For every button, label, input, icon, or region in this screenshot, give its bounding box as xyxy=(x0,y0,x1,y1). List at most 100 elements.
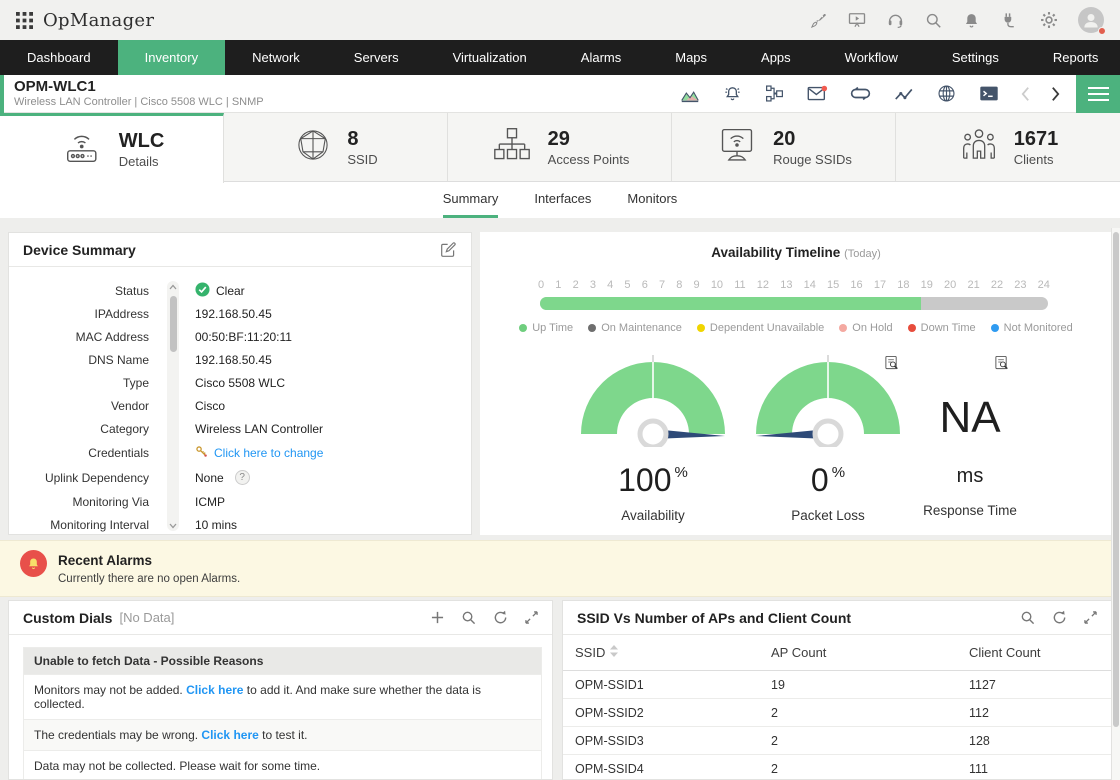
add-dial-icon[interactable] xyxy=(431,611,444,624)
packet-loss-gauge: 0% Packet Loss xyxy=(748,352,908,523)
refresh-widget-icon[interactable] xyxy=(493,610,508,625)
response-time-report-icon[interactable] xyxy=(994,355,1009,375)
opmanager-screen: OpManager xyxy=(0,0,1120,780)
rocket-icon[interactable] xyxy=(809,11,828,30)
alarm-bell-icon[interactable] xyxy=(722,83,743,104)
card-access-points[interactable]: 29 Access Points xyxy=(448,113,672,181)
performance-chart-icon[interactable] xyxy=(679,83,701,105)
search-widget-icon[interactable] xyxy=(461,610,476,625)
device-menu-button[interactable] xyxy=(1076,75,1120,113)
field-label: Status xyxy=(9,284,149,298)
notification-dot xyxy=(1098,27,1106,35)
chevron-left-icon[interactable] xyxy=(1021,86,1030,102)
timeline-fill xyxy=(540,297,921,310)
nav-virtualization[interactable]: Virtualization xyxy=(426,40,554,75)
page-scrollbar-thumb[interactable] xyxy=(1113,232,1119,727)
legend-label: Down Time xyxy=(921,322,976,334)
nav-apps[interactable]: Apps xyxy=(734,40,818,75)
column-client-count[interactable]: Client Count xyxy=(969,645,1099,660)
field-value: 10 mins xyxy=(195,518,237,532)
card-wlc-details[interactable]: WLC Details xyxy=(0,113,224,183)
timeline-hours: 0123456789101112131415161718192021222324 xyxy=(538,279,1050,291)
card-rouge-ssids[interactable]: 20 Rouge SSIDs xyxy=(672,113,896,181)
legend-label: Dependent Unavailable xyxy=(710,322,824,334)
availability-title: Availability Timeline (Today) xyxy=(480,245,1112,260)
user-avatar[interactable] xyxy=(1078,7,1104,33)
column-ssid[interactable]: SSID xyxy=(575,645,771,660)
field-label: Monitoring Via xyxy=(9,495,149,509)
response-time-block: NA ms Response Time xyxy=(890,352,1050,518)
field-label: Uplink Dependency xyxy=(9,471,149,485)
nav-maps[interactable]: Maps xyxy=(648,40,734,75)
legend-dot-notmonitored xyxy=(991,324,999,332)
field-label: IPAddress xyxy=(9,307,149,321)
fields-scrollbar-thumb[interactable] xyxy=(170,296,177,352)
gear-icon[interactable] xyxy=(1039,10,1059,30)
search-widget-icon[interactable] xyxy=(1020,610,1035,625)
edit-icon[interactable] xyxy=(440,241,457,258)
topology-icon[interactable] xyxy=(764,83,785,104)
availability-gauge: 100% Availability xyxy=(573,352,733,523)
packet-loss-report-icon[interactable] xyxy=(884,355,899,375)
sort-icon xyxy=(610,645,618,660)
nav-servers[interactable]: Servers xyxy=(327,40,426,75)
nav-settings[interactable]: Settings xyxy=(925,40,1026,75)
click-here-add-link[interactable]: Click here xyxy=(186,683,243,697)
globe-icon[interactable] xyxy=(936,83,957,104)
chevron-right-icon[interactable] xyxy=(1051,86,1060,102)
presentation-icon[interactable] xyxy=(847,10,867,30)
terminal-icon[interactable] xyxy=(978,83,1000,105)
nav-network[interactable]: Network xyxy=(225,40,327,75)
availability-timeline-track xyxy=(540,297,1048,310)
nav-workflow[interactable]: Workflow xyxy=(818,40,925,75)
top-bar: OpManager xyxy=(0,0,1120,40)
click-here-test-link[interactable]: Click here xyxy=(201,728,258,742)
bell-icon[interactable] xyxy=(962,11,981,30)
apps-grid-icon[interactable] xyxy=(16,12,33,29)
card-ssid[interactable]: 8 SSID xyxy=(224,113,448,181)
plug-icon[interactable] xyxy=(1000,10,1020,30)
card-label: Access Points xyxy=(548,152,630,167)
device-accent-bar xyxy=(0,75,4,113)
tab-interfaces[interactable]: Interfaces xyxy=(534,182,591,218)
nav-inventory[interactable]: Inventory xyxy=(118,40,225,75)
uplink-help-icon[interactable]: ? xyxy=(235,470,250,485)
collapse-widget-icon[interactable] xyxy=(1084,611,1097,624)
legend-dot-onhold xyxy=(839,324,847,332)
response-time-value: NA xyxy=(890,352,1050,447)
ssid-table-header: SSID AP Count Client Count xyxy=(563,635,1111,671)
field-label: DNS Name xyxy=(9,353,149,367)
packet-loss-label: Packet Loss xyxy=(748,508,908,523)
availability-label: Availability xyxy=(573,508,733,523)
custom-dials-panel: Custom Dials [No Data] Unable to fetch D… xyxy=(8,600,553,780)
reason-row: The credentials may be wrong. Click here… xyxy=(24,719,541,750)
device-summary-fields: Status Clear IPAddress192.168.50.45 MAC … xyxy=(9,267,471,535)
key-icon xyxy=(195,445,208,461)
fields-scrollbar[interactable] xyxy=(167,281,179,531)
nav-dashboard[interactable]: Dashboard xyxy=(0,40,118,75)
line-chart-icon[interactable] xyxy=(893,83,915,105)
card-label: Rouge SSIDs xyxy=(773,152,852,167)
summary-cards: WLC Details 8 SSID 29 Access Points 20 xyxy=(0,113,1120,182)
tab-summary[interactable]: Summary xyxy=(443,182,499,218)
legend-label: On Hold xyxy=(852,322,892,334)
loop-icon[interactable] xyxy=(849,84,872,103)
reason-row: Data may not be collected. Please wait f… xyxy=(24,750,541,780)
field-value: 192.168.50.45 xyxy=(195,353,272,367)
mail-icon[interactable] xyxy=(806,83,828,105)
nav-alarms[interactable]: Alarms xyxy=(554,40,648,75)
page-scrollbar[interactable] xyxy=(1111,228,1120,780)
nav-reports[interactable]: Reports xyxy=(1026,40,1120,75)
tab-monitors[interactable]: Monitors xyxy=(627,182,677,218)
headset-icon[interactable] xyxy=(886,11,905,30)
field-label: Type xyxy=(9,376,149,390)
refresh-widget-icon[interactable] xyxy=(1052,610,1067,625)
collapse-widget-icon[interactable] xyxy=(525,611,538,624)
table-row: OPM-SSID42111 xyxy=(563,755,1111,780)
device-name: OPM-WLC1 xyxy=(14,78,264,95)
legend-dot-dependent xyxy=(697,324,705,332)
card-clients[interactable]: 1671 Clients xyxy=(896,113,1120,181)
search-icon[interactable] xyxy=(924,11,943,30)
column-ap-count[interactable]: AP Count xyxy=(771,645,969,660)
credentials-change-link[interactable]: Click here to change xyxy=(214,446,323,460)
